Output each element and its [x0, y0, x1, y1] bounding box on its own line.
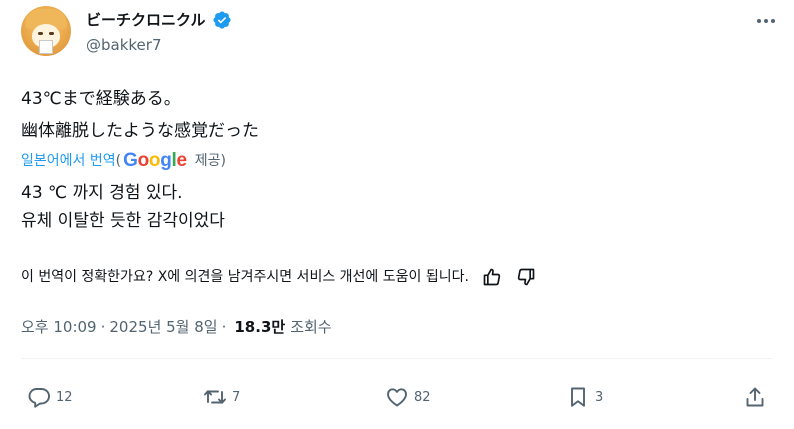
action-bar: 12 7 82 3 — [21, 382, 773, 412]
tweet-time[interactable]: 오후 10:09 — [21, 316, 97, 338]
bookmark-button[interactable]: 3 — [566, 382, 603, 412]
feedback-prompt: 이 번역이 정확한가요? X에 의견을 남겨주시면 서비스 개선에 도움이 됩니… — [21, 269, 469, 285]
divider — [21, 358, 773, 359]
translation-feedback: 이 번역이 정확한가요? X에 의견을 남겨주시면 서비스 개선에 도움이 됩니… — [21, 266, 537, 288]
verified-badge-icon[interactable] — [212, 10, 232, 30]
repost-button[interactable]: 7 — [203, 382, 240, 412]
author-handle[interactable]: @bakker7 — [86, 35, 162, 55]
share-button[interactable] — [743, 382, 767, 412]
author-name-row: ビーチクロニクル — [86, 10, 232, 30]
meta-separator: · — [221, 318, 227, 336]
repost-count: 7 — [232, 389, 241, 405]
attribution-provided-label: 제공) — [194, 153, 227, 169]
avatar[interactable] — [21, 6, 71, 56]
author-display-name[interactable]: ビーチクロニクル — [86, 10, 206, 30]
translation-source-link[interactable]: 일본어에서 번역 — [21, 150, 116, 172]
attribution-paren: ( — [115, 153, 122, 169]
bookmark-count: 3 — [595, 389, 604, 405]
thumbs-down-icon[interactable] — [515, 266, 537, 288]
meta-separator: · — [100, 318, 106, 336]
like-icon — [387, 388, 407, 407]
reply-count: 12 — [56, 389, 73, 405]
thumbs-up-icon[interactable] — [481, 266, 503, 288]
translation-attribution: 일본어에서 번역 ( Google 제공) — [21, 150, 226, 172]
tweet-meta: 오후 10:09 · 2025년 5월 8일 · 18.3만 조회수 — [21, 316, 332, 338]
google-logo: Google — [123, 150, 187, 171]
like-button[interactable]: 82 — [385, 382, 431, 412]
tweet-text: 43℃まで経験ある。 幽体離脱したような感覚だった — [21, 89, 259, 141]
share-icon — [746, 387, 764, 407]
tweet-date[interactable]: 2025년 5월 8일 — [109, 316, 217, 338]
views-count[interactable]: 18.3만 — [234, 316, 285, 338]
repost-icon — [204, 390, 226, 404]
reply-button[interactable]: 12 — [27, 382, 73, 412]
reply-icon — [28, 388, 50, 408]
more-icon[interactable] — [753, 11, 779, 31]
bookmark-icon — [571, 387, 585, 407]
like-count: 82 — [414, 389, 431, 405]
translated-text: 43 ℃ 까지 경험 있다. 유체 이탈한 듯한 감각이었다 — [21, 183, 225, 231]
views-label: 조회수 — [290, 318, 332, 336]
